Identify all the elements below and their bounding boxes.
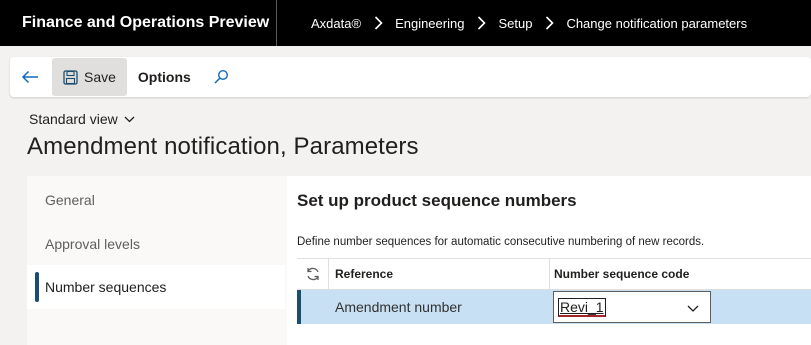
save-button[interactable]: Save: [52, 58, 127, 96]
parameters-nav: General Approval levels Number sequences: [27, 176, 287, 345]
number-sequence-code-value[interactable]: Revi_1: [558, 297, 606, 317]
selection-indicator: [35, 272, 39, 302]
chevron-right-icon: [361, 0, 395, 46]
nav-item-label: General: [45, 192, 95, 208]
breadcrumb: Axdata® Engineering Setup Change notific…: [277, 0, 747, 46]
chevron-right-icon: [464, 0, 498, 46]
action-pane: Save Options: [10, 57, 811, 97]
breadcrumb-item-module[interactable]: Engineering: [395, 16, 464, 31]
section-title: Set up product sequence numbers: [297, 191, 577, 210]
row-reference-cell: Amendment number: [335, 299, 462, 315]
column-header-reference[interactable]: Reference: [329, 259, 550, 289]
search-button[interactable]: [205, 58, 237, 96]
nav-item-label: Approval levels: [45, 236, 140, 252]
row-selection-marker: [297, 290, 301, 324]
nav-item-number-sequences[interactable]: Number sequences: [27, 265, 285, 309]
options-button[interactable]: Options: [127, 58, 205, 96]
view-selector-label: Standard view: [29, 111, 118, 127]
number-sequence-code-dropdown[interactable]: Revi_1: [553, 291, 711, 323]
back-button[interactable]: [10, 57, 50, 97]
page-title: Amendment notification, Parameters: [27, 133, 419, 160]
app-title[interactable]: Finance and Operations Preview: [0, 0, 277, 46]
top-navigation-bar: Finance and Operations Preview Axdata® E…: [0, 0, 811, 46]
view-selector[interactable]: Standard view: [29, 111, 135, 127]
column-header-number-sequence-code[interactable]: Number sequence code: [550, 259, 689, 289]
refresh-button[interactable]: [297, 259, 329, 289]
breadcrumb-item-current-page: Change notification parameters: [566, 15, 748, 31]
breadcrumb-item-setup[interactable]: Setup: [498, 16, 532, 31]
chevron-right-icon: [532, 0, 566, 46]
nav-item-label: Number sequences: [45, 279, 167, 295]
search-icon: [214, 69, 228, 84]
table-row[interactable]: Amendment number Revi_1: [297, 290, 811, 324]
chevron-down-icon[interactable]: [686, 301, 700, 315]
floppy-disk-icon: [63, 69, 78, 85]
content-panel: Set up product sequence numbers Define n…: [287, 176, 811, 345]
grid-header: Reference Number sequence code: [297, 258, 811, 290]
section-description: Define number sequences for automatic co…: [297, 236, 705, 248]
chevron-down-icon: [124, 116, 135, 122]
breadcrumb-item-company[interactable]: Axdata®: [311, 16, 361, 31]
save-button-label: Save: [84, 69, 116, 85]
refresh-icon: [306, 267, 319, 281]
nav-item-general[interactable]: General: [27, 178, 285, 222]
nav-item-approval-levels[interactable]: Approval levels: [27, 222, 285, 266]
arrow-left-icon: [21, 70, 38, 84]
